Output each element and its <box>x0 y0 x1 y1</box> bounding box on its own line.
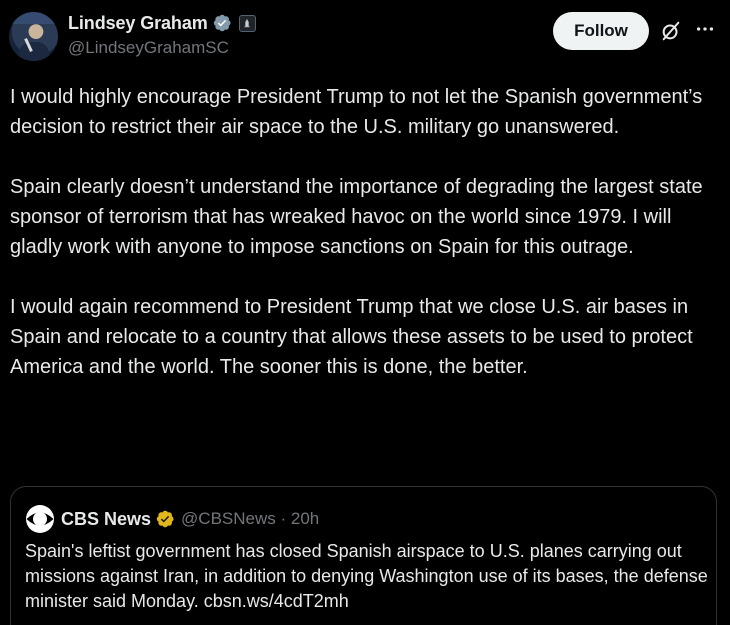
tweet-header: Lindsey Graham @LindseyGrahamSC Follow <box>0 0 730 70</box>
avatar-suit <box>19 42 49 61</box>
author-name-row: Lindsey Graham <box>68 12 256 34</box>
quoted-tweet-text: Spain's leftist government has closed Sp… <box>25 541 708 611</box>
cbs-eye-icon[interactable] <box>25 504 55 534</box>
tweet-paragraph: I would again recommend to President Tru… <box>10 296 693 378</box>
author-display-name[interactable]: Lindsey Graham <box>68 13 208 34</box>
tweet-paragraph: I would highly encourage President Trump… <box>10 86 703 138</box>
quoted-tweet-card[interactable]: CBS News @CBSNews · 20h Spain's leftist … <box>10 486 717 625</box>
author-handle[interactable]: @LindseyGrahamSC <box>68 38 229 58</box>
follow-button[interactable]: Follow <box>553 12 649 50</box>
government-affiliation-icon[interactable] <box>238 14 256 32</box>
quoted-tweet-header: CBS News @CBSNews · 20h <box>25 504 319 534</box>
quoted-author-name[interactable]: CBS News <box>61 509 151 530</box>
grok-icon[interactable] <box>660 20 682 42</box>
tweet-text: I would highly encourage President Trump… <box>10 82 715 382</box>
more-icon[interactable] <box>694 18 716 40</box>
avatar[interactable] <box>9 12 58 61</box>
gold-verified-badge-icon[interactable] <box>155 509 175 529</box>
tweet-paragraph: Spain clearly doesn’t understand the imp… <box>10 176 703 258</box>
verified-badge-icon[interactable] <box>212 13 232 33</box>
avatar-background <box>9 12 58 24</box>
quoted-author-handle-time[interactable]: @CBSNews · 20h <box>181 509 319 529</box>
